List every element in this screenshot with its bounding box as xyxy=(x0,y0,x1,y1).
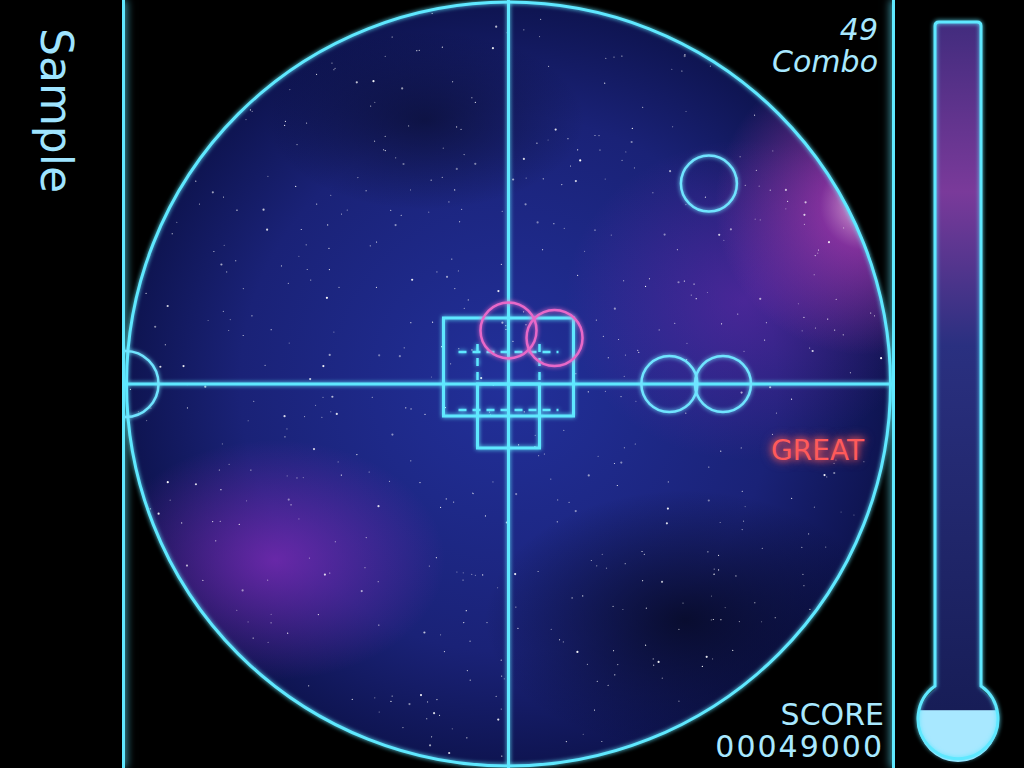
note xyxy=(527,310,583,366)
song-panel: Sample xyxy=(0,0,125,768)
score-display: SCORE00049000 xyxy=(715,699,884,762)
gauge-panel xyxy=(892,0,1024,768)
receptor-grid xyxy=(444,318,574,448)
field-area[interactable]: 49Combo GREAT SCORE00049000 xyxy=(125,0,892,768)
combo-count: 49 xyxy=(772,14,878,46)
note xyxy=(125,351,159,417)
nebula-background xyxy=(125,1,892,767)
combo-label: Combo xyxy=(772,46,878,78)
score-value: 00049000 xyxy=(715,731,884,763)
play-field xyxy=(125,0,892,768)
song-title: Sample xyxy=(34,28,78,193)
note xyxy=(641,356,697,412)
combo-counter: 49Combo xyxy=(772,14,878,77)
note xyxy=(681,156,737,212)
life-gauge xyxy=(895,0,1021,768)
game-screen: Sample 49Combo GREAT SCORE00049000 xyxy=(0,0,1024,768)
note xyxy=(695,356,751,412)
judgement-text: GREAT xyxy=(771,434,864,467)
score-label: SCORE xyxy=(715,699,884,731)
